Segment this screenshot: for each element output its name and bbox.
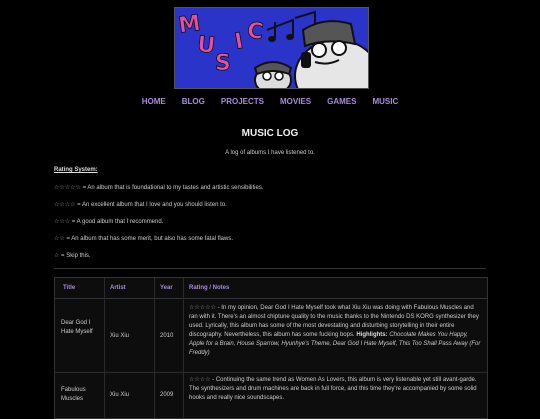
rating-line-4: ☆☆☆☆ = An excellent album that I love an… <box>54 201 227 208</box>
rating-line-2: ☆☆ = An album that has some merit, but a… <box>54 235 233 242</box>
nav-projects[interactable]: PROJECTS <box>221 97 264 106</box>
rating-line-1: ☆ = Skip this. <box>54 252 91 259</box>
star-icons: ☆☆☆☆☆ <box>189 305 216 311</box>
page-intro: A log of albums I have listened to. <box>225 150 315 156</box>
star-icons: ☆☆☆☆☆ <box>54 185 81 191</box>
music-banner: M U S I C <box>174 7 369 89</box>
rating-text: = An album that is foundational to my ta… <box>80 185 264 191</box>
star-icons: ☆☆☆☆ <box>189 377 211 383</box>
row2-artist: Xiu Xiu <box>110 392 130 398</box>
header-artist[interactable]: Artist <box>110 285 126 291</box>
music-log-table: Title Artist Year Rating / Notes Dear Go… <box>54 277 488 419</box>
header-rating-notes[interactable]: Rating / Notes <box>189 285 229 291</box>
star-icons: ☆☆☆☆ <box>54 202 76 208</box>
table-header-row: Title Artist Year Rating / Notes <box>55 278 487 299</box>
banner-illustration: M U S I C <box>175 8 368 88</box>
row2-notes-text: - Continuing the same trend as Women As … <box>189 377 477 401</box>
nav-home[interactable]: HOME <box>142 97 166 106</box>
nav-music[interactable]: MUSIC <box>372 97 398 106</box>
row1-artist: Xiu Xiu <box>110 333 130 339</box>
rating-text: = A good album that I recommend. <box>70 219 164 225</box>
svg-text:C: C <box>245 18 264 45</box>
rating-text: = An album that has some merit, but also… <box>64 236 234 242</box>
page-title: MUSIC LOG <box>241 128 299 139</box>
row2-title: Fabulous Muscles <box>61 387 86 402</box>
row1-title: Dear God I Hate Myself <box>61 320 93 335</box>
nav-movies[interactable]: MOVIES <box>280 97 311 106</box>
column-divider <box>183 278 184 418</box>
svg-text:S: S <box>215 51 231 76</box>
rating-line-3: ☆☆☆ = A good album that I recommend. <box>54 218 163 225</box>
nav-games[interactable]: GAMES <box>327 97 356 106</box>
rating-system-title: Rating System: <box>54 167 98 173</box>
divider <box>54 268 486 269</box>
rating-line-5: ☆☆☆☆☆ = An album that is foundational to… <box>54 184 264 191</box>
star-icons: ☆☆ <box>54 236 65 242</box>
row2-notes: ☆☆☆☆ - Continuing the same trend as Wome… <box>189 376 483 403</box>
nav-blog[interactable]: BLOG <box>182 97 205 106</box>
rating-text: = An excellent album that I love and you… <box>75 202 227 208</box>
rating-text: = Skip this. <box>59 253 91 259</box>
header-year[interactable]: Year <box>160 285 173 291</box>
column-divider <box>154 278 155 418</box>
star-icons: ☆☆☆ <box>54 219 71 225</box>
header-title[interactable]: Title <box>63 285 75 291</box>
row1-highlights-label: Highlights: <box>356 332 388 338</box>
row2-year: 2009 <box>160 392 174 398</box>
row1-notes: ☆☆☆☆☆ - In my opinion, Dear God I Hate M… <box>189 304 483 358</box>
row1-year: 2010 <box>160 333 174 339</box>
column-divider <box>104 278 105 418</box>
row-separator <box>55 372 487 373</box>
svg-text:U: U <box>196 32 216 59</box>
main-nav: HOME BLOG PROJECTS MOVIES GAMES MUSIC <box>0 97 540 106</box>
